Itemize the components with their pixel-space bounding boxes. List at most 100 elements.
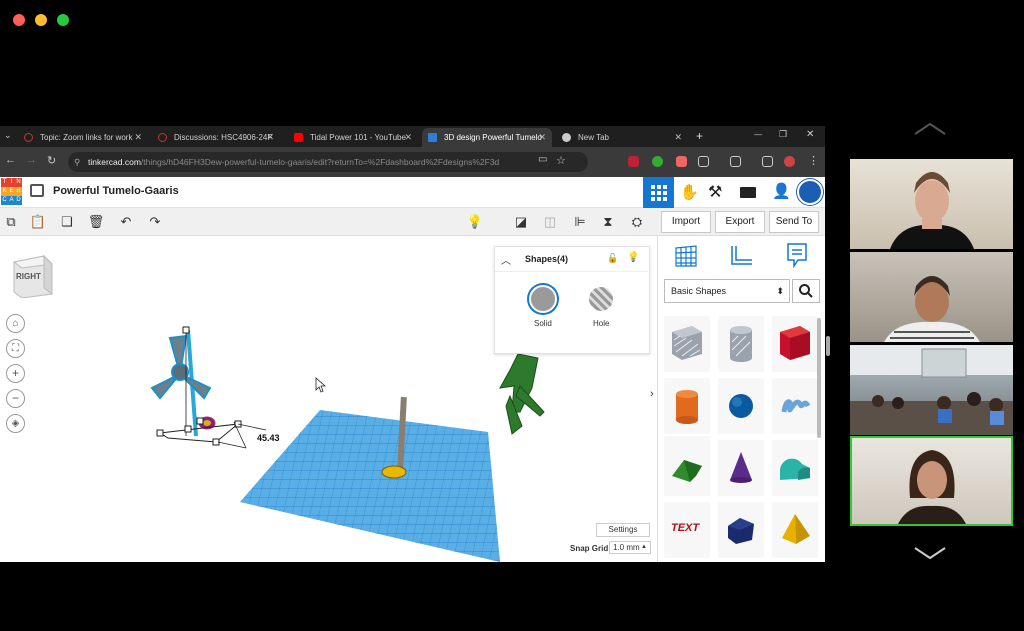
- youtube-favicon-icon: [294, 133, 303, 142]
- 3d-design-view-button[interactable]: [643, 177, 674, 208]
- tab-label: Tidal Power 101 - YouTube: [310, 133, 406, 142]
- close-tab-icon[interactable]: ✕: [404, 128, 412, 147]
- ruler-tool-icon[interactable]: [728, 244, 754, 268]
- extension-pin-icon[interactable]: [730, 156, 741, 167]
- participant-video: [890, 172, 974, 249]
- workplane-canvas[interactable]: RIGHT ⌂ ⛶ + − ◈ 45.43 ︿ Shapes(4) 🔓 💡 So…: [0, 236, 657, 562]
- shape-cylinder[interactable]: [664, 378, 710, 434]
- extension-g-icon[interactable]: [652, 156, 663, 167]
- close-icon[interactable]: ✕: [806, 129, 814, 140]
- shape-cylinder-hole[interactable]: [718, 316, 764, 372]
- extension-shield-icon[interactable]: [628, 156, 639, 167]
- hole-option[interactable]: [589, 287, 613, 311]
- url-field[interactable]: ⚲ tinkercad.com/things/hD46FH3Dew-powerfu…: [68, 152, 588, 172]
- shape-category-select[interactable]: Basic Shapes ⬍: [664, 279, 790, 303]
- video-participant-4-active-speaker[interactable]: [850, 436, 1013, 526]
- extension-megaphone-icon[interactable]: [676, 156, 687, 167]
- forward-icon[interactable]: →: [26, 154, 37, 166]
- design-list-icon[interactable]: [30, 184, 44, 197]
- workplane-tool-icon[interactable]: [674, 244, 698, 268]
- restore-icon[interactable]: ❐: [779, 129, 787, 140]
- chevron-up-icon[interactable]: [913, 122, 947, 136]
- close-tab-icon[interactable]: ✕: [674, 128, 682, 147]
- tab-tinkercad[interactable]: 3D design Powerful Tumelo ✕: [422, 128, 552, 147]
- gallery-resize-handle[interactable]: [826, 336, 830, 356]
- tab-new-tab[interactable]: New Tab ✕: [556, 128, 688, 147]
- tab-discussions[interactable]: Discussions: HSC4906-24F ✕: [152, 128, 280, 147]
- divider: [495, 271, 651, 272]
- shape-pyramid[interactable]: [772, 502, 818, 558]
- close-tab-icon[interactable]: ✕: [538, 128, 546, 147]
- solid-option[interactable]: [529, 285, 557, 313]
- extension-puzzle-icon[interactable]: [698, 156, 709, 167]
- site-info-icon[interactable]: ⚲: [74, 152, 80, 172]
- shape-round-roof[interactable]: [772, 440, 818, 496]
- tab-search-icon[interactable]: ⌄: [4, 130, 12, 141]
- minecraft-pickaxe-icon[interactable]: ⚒: [708, 182, 722, 202]
- maximize-window-dot[interactable]: [57, 14, 69, 26]
- delete-icon[interactable]: 🗑: [87, 213, 105, 231]
- search-shapes-button[interactable]: [792, 279, 820, 303]
- settings-button[interactable]: Settings: [596, 523, 650, 537]
- snap-grid-select[interactable]: 1.0 mm ▲: [609, 541, 651, 554]
- video-participant-3[interactable]: [850, 345, 1013, 435]
- lock-icon[interactable]: 🔓: [607, 253, 618, 264]
- windmill-shape[interactable]: [150, 326, 267, 449]
- add-user-icon[interactable]: 👤: [772, 182, 791, 200]
- minimize-window-dot[interactable]: [35, 14, 47, 26]
- tinkercad-favicon-icon: [428, 133, 437, 142]
- profile-avatar-icon[interactable]: [784, 156, 795, 167]
- shape-cone[interactable]: [718, 440, 764, 496]
- shape-roof[interactable]: [664, 440, 710, 496]
- shape-box-hole[interactable]: [664, 316, 710, 372]
- video-participant-1[interactable]: [850, 159, 1013, 249]
- visibility-bulb-icon[interactable]: 💡: [627, 252, 639, 263]
- library-scrollbar[interactable]: [817, 318, 821, 438]
- undo-icon[interactable]: ↶: [117, 213, 135, 231]
- tab-zoom-links[interactable]: Topic: Zoom links for work ✕: [18, 128, 148, 147]
- reload-icon[interactable]: ↻: [47, 154, 56, 167]
- bookmark-star-icon[interactable]: ☆: [556, 154, 566, 167]
- tab-youtube[interactable]: Tidal Power 101 - YouTube ✕: [288, 128, 418, 147]
- group-icon[interactable]: ◫: [541, 213, 559, 231]
- shape-text[interactable]: TEXT: [664, 502, 710, 558]
- duplicate-icon[interactable]: ❏: [58, 213, 76, 231]
- import-button[interactable]: Import: [661, 211, 711, 233]
- align-icon[interactable]: ⊫: [571, 213, 589, 231]
- lego-brick-icon[interactable]: [740, 187, 756, 198]
- collapse-chevron-icon[interactable]: ︿: [501, 252, 511, 267]
- browser-menu-icon[interactable]: ⋮: [808, 154, 819, 167]
- minimize-icon[interactable]: —: [754, 130, 762, 139]
- export-button[interactable]: Export: [715, 211, 765, 233]
- user-avatar[interactable]: [797, 179, 823, 205]
- shape-polygon[interactable]: [718, 502, 764, 558]
- notes-tool-icon[interactable]: [786, 242, 808, 268]
- cruise-icon[interactable]: ⛭: [628, 213, 646, 231]
- collapse-library-icon[interactable]: ›: [650, 382, 657, 406]
- copy-icon[interactable]: ⧉: [2, 213, 20, 231]
- back-icon[interactable]: ←: [5, 154, 16, 166]
- sim-lab-icon[interactable]: ✋: [680, 183, 699, 201]
- green-figure-shape[interactable]: [499, 353, 545, 435]
- tinkercad-logo[interactable]: T I N K E R C A D: [1, 178, 22, 206]
- new-tab-button[interactable]: +: [696, 129, 703, 143]
- chevron-down-icon[interactable]: [913, 546, 947, 560]
- shape-scribble[interactable]: [772, 378, 818, 434]
- redo-icon[interactable]: ↷: [146, 213, 164, 231]
- close-tab-icon[interactable]: ✕: [266, 128, 274, 147]
- lightbulb-icon[interactable]: 💡: [466, 213, 484, 231]
- note-icon[interactable]: ◪: [512, 213, 530, 231]
- paste-icon[interactable]: 📋: [29, 213, 47, 231]
- send-to-button[interactable]: Send To: [769, 211, 819, 233]
- cast-icon[interactable]: ▭: [538, 154, 547, 165]
- close-tab-icon[interactable]: ✕: [134, 128, 142, 147]
- video-participant-2[interactable]: [850, 252, 1013, 342]
- design-title[interactable]: Powerful Tumelo-Gaaris: [53, 185, 179, 197]
- shape-sphere[interactable]: [718, 378, 764, 434]
- dimension-value[interactable]: 45.43: [257, 433, 280, 443]
- close-window-dot[interactable]: [13, 14, 25, 26]
- shape-category-value: Basic Shapes: [671, 286, 727, 296]
- reading-list-icon[interactable]: [762, 156, 773, 167]
- shape-box[interactable]: [772, 316, 818, 372]
- mirror-icon[interactable]: ⧗: [599, 213, 617, 231]
